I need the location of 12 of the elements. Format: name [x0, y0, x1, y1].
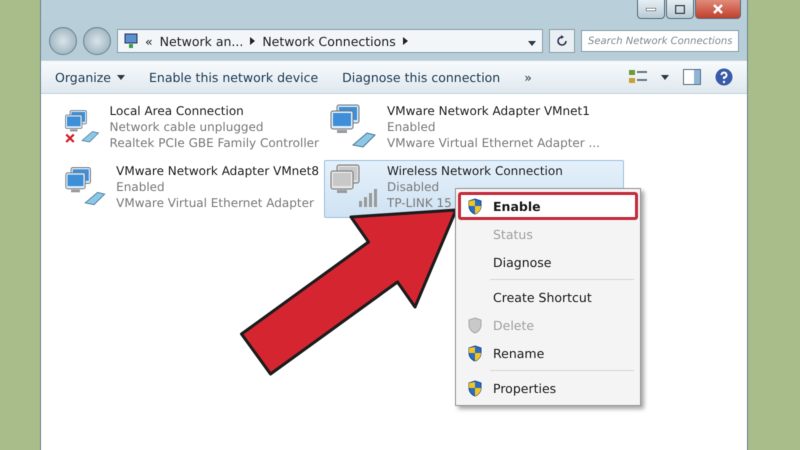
connection-name: VMware Network Adapter VMnet1 [387, 103, 590, 119]
connection-status: Enabled [387, 119, 436, 135]
adapter-name: VMware Virtual Ethernet Adapter ... [387, 135, 600, 151]
connection-name: Wireless Network Connection [387, 163, 563, 179]
connection-status: Disabled [387, 179, 440, 195]
adapter-name: Realtek PCIe GBE Family Controller [110, 135, 319, 151]
connection-status: Network cable unplugged [110, 119, 264, 135]
adapter-name: TP-LINK 15 [387, 195, 452, 211]
adapter-name: VMware Virtual Ethernet Adapter [116, 195, 314, 211]
connection-name: VMware Network Adapter VMnet8 [116, 163, 319, 179]
connection-name: Local Area Connection [110, 103, 244, 119]
connection-status: Enabled [116, 179, 165, 195]
